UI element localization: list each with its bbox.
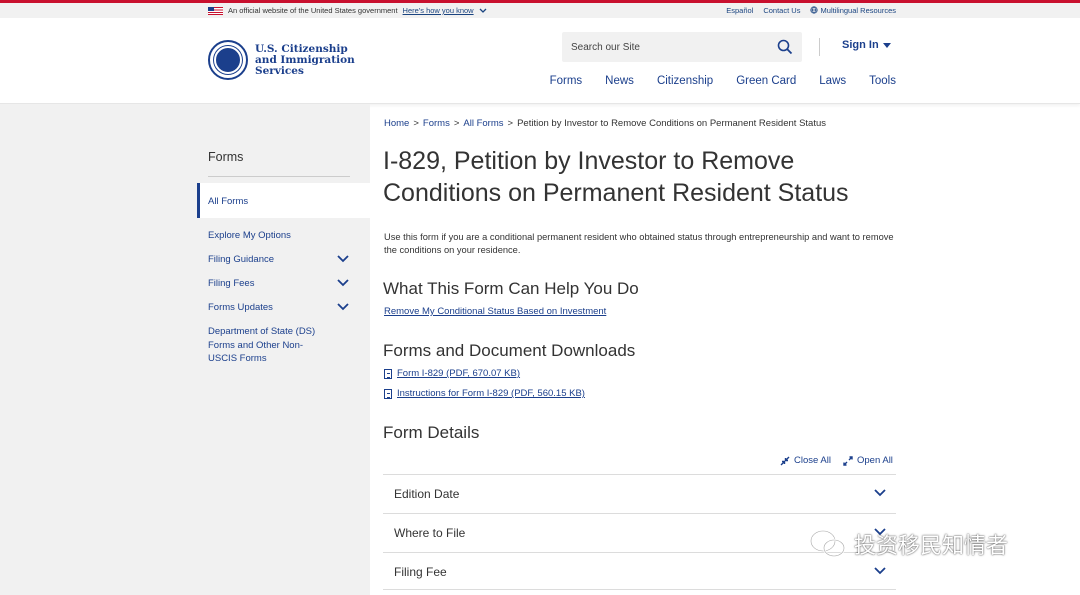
globe-icon <box>810 6 819 14</box>
accordion-label: Filing Fee <box>394 565 447 579</box>
download-form-link[interactable]: Form I-829 (PDF, 670.07 KB) <box>384 368 520 379</box>
file-icon <box>384 388 392 399</box>
page-title: I-829, Petition by Investor to Remove Co… <box>383 147 849 207</box>
breadcrumb-separator: > <box>507 118 514 129</box>
help-heading: What This Form Can Help You Do <box>383 279 639 298</box>
nav-tools[interactable]: Tools <box>869 75 896 87</box>
expand-icon <box>843 455 853 466</box>
sidebar: Forms All Forms Explore My Options Filin… <box>0 104 370 595</box>
espanol-link[interactable]: Español <box>726 6 753 15</box>
download-form-label: Form I-829 (PDF, 670.07 KB) <box>397 368 521 379</box>
accordion-label: Where to File <box>394 526 466 540</box>
sidebar-item-explore-options[interactable]: Explore My Options <box>208 229 333 243</box>
nav-citizenship[interactable]: Citizenship <box>657 75 713 87</box>
chevron-down-icon <box>874 567 886 575</box>
remove-conditional-status-link[interactable]: Remove My Conditional Status Based on In… <box>384 306 606 317</box>
search-box <box>562 32 802 62</box>
how-you-know-link[interactable]: Here's how you know <box>403 6 474 15</box>
nav-laws[interactable]: Laws <box>819 75 846 87</box>
form-details-heading: Form Details <box>383 423 480 442</box>
close-all-label: Close All <box>794 455 831 466</box>
sidebar-item-filing-guidance[interactable]: Filing Guidance <box>208 253 333 267</box>
collapse-icon <box>780 456 790 465</box>
sidebar-item-filing-fees[interactable]: Filing Fees <box>208 277 333 291</box>
breadcrumb-separator: > <box>413 118 419 129</box>
close-all-button[interactable]: Close All <box>780 455 831 466</box>
gov-banner: An official website of the United States… <box>0 0 1080 18</box>
sign-in-button[interactable]: Sign In <box>842 39 891 51</box>
breadcrumb-forms[interactable]: Forms <box>423 118 450 129</box>
multilingual-label: Multilingual Resources <box>820 6 896 15</box>
breadcrumb: Home > Forms > All Forms > Petition by I… <box>384 118 826 129</box>
download-instructions-link[interactable]: Instructions for Form I-829 (PDF, 560.15… <box>384 388 585 399</box>
nav-green-card[interactable]: Green Card <box>736 75 796 87</box>
header-divider <box>819 38 820 56</box>
caret-down-icon <box>882 42 891 48</box>
sign-in-label: Sign In <box>842 39 879 51</box>
us-flag-icon <box>208 6 223 15</box>
watermark-text: 投资移民知情者 <box>854 533 1009 558</box>
download-instructions-label: Instructions for Form I-829 (PDF, 560.15… <box>397 388 585 399</box>
accordion-edition-date[interactable]: Edition Date <box>383 474 896 512</box>
wechat-watermark: 投资移民知情者 <box>808 528 1008 560</box>
sidebar-title: Forms <box>208 150 244 164</box>
search-input[interactable] <box>562 32 762 62</box>
sidebar-item-forms-updates[interactable]: Forms Updates <box>208 301 333 315</box>
chevron-down-icon <box>874 489 886 497</box>
intro-text: Use this form if you are a conditional p… <box>384 232 894 255</box>
contact-link[interactable]: Contact Us <box>763 6 800 15</box>
uscis-seal-logo[interactable] <box>208 40 248 80</box>
breadcrumb-current: Petition by Investor to Remove Condition… <box>517 118 826 129</box>
nav-news[interactable]: News <box>605 75 634 87</box>
search-icon[interactable] <box>777 39 793 55</box>
chevron-down-icon[interactable] <box>337 279 349 287</box>
wechat-icon <box>809 529 846 558</box>
sidebar-item-state-dept-forms[interactable]: Department of State (DS) Forms and Other… <box>208 325 326 366</box>
open-all-button[interactable]: Open All <box>843 455 893 466</box>
chevron-down-icon[interactable] <box>337 255 349 263</box>
downloads-heading: Forms and Document Downloads <box>383 341 636 360</box>
sidebar-divider <box>208 176 350 177</box>
sidebar-item-all-forms[interactable]: All Forms <box>197 183 370 218</box>
chevron-down-icon[interactable] <box>337 303 349 311</box>
chevron-down-icon[interactable] <box>479 8 487 14</box>
uscis-logo-text[interactable]: U.S. Citizenship and Immigration Service… <box>255 44 355 77</box>
breadcrumb-separator: > <box>453 118 460 129</box>
breadcrumb-all-forms[interactable]: All Forms <box>463 118 503 129</box>
official-site-text: An official website of the United States… <box>228 6 398 15</box>
file-icon <box>384 368 392 379</box>
sidebar-item-label: All Forms <box>208 196 249 207</box>
nav-forms[interactable]: Forms <box>550 75 583 87</box>
site-header: U.S. Citizenship and Immigration Service… <box>0 18 1080 104</box>
breadcrumb-home[interactable]: Home <box>384 118 409 129</box>
accordion-label: Edition Date <box>394 487 460 501</box>
open-all-label: Open All <box>857 455 893 466</box>
multilingual-link[interactable]: Multilingual Resources <box>810 6 896 15</box>
logo-line-3: Services <box>255 65 304 77</box>
main-nav: Forms News Citizenship Green Card Laws T… <box>550 75 896 87</box>
